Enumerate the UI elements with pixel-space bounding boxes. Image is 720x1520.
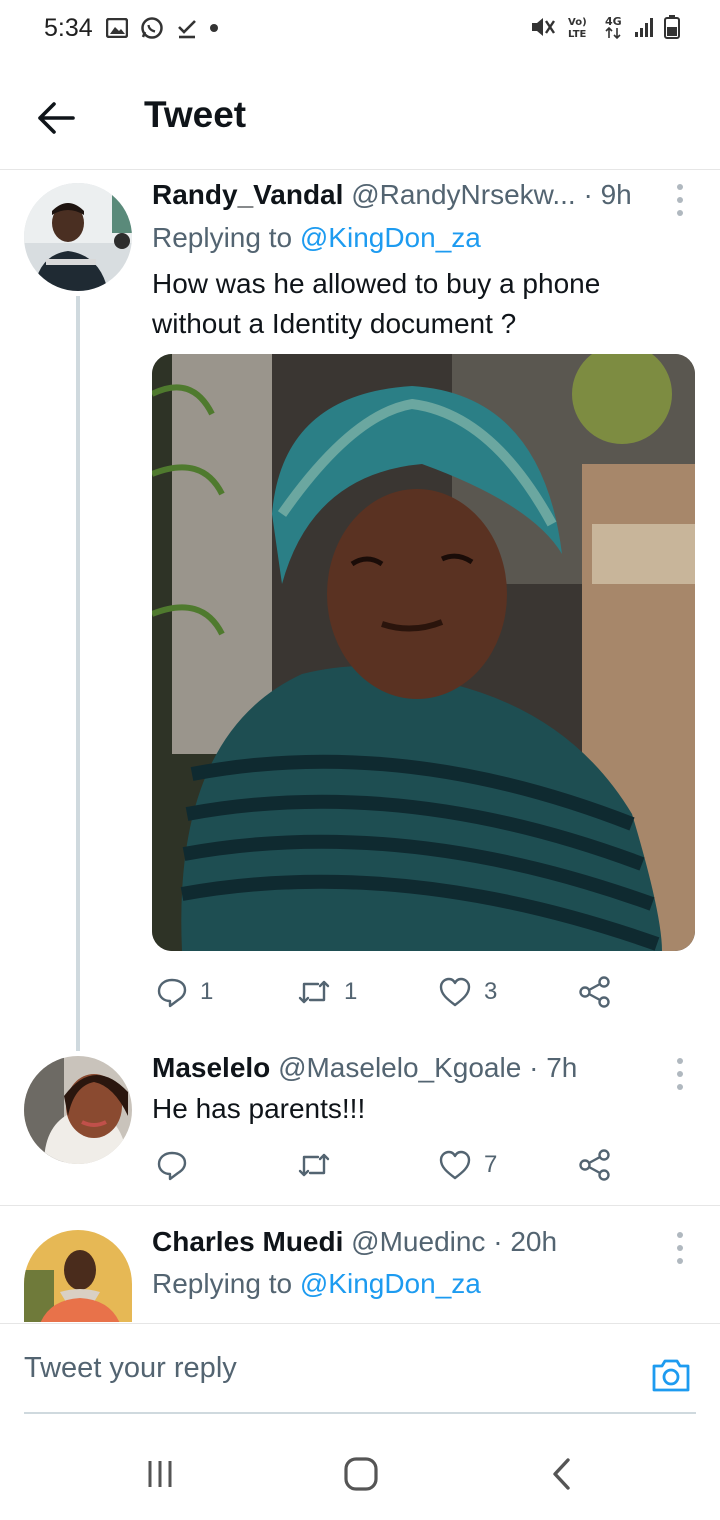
reply-input-underline — [24, 1412, 696, 1414]
reply-icon — [157, 978, 187, 1008]
replying-to-mention[interactable]: @KingDon_za — [300, 222, 481, 253]
share-icon — [579, 1149, 610, 1181]
tweet-header: Maselelo @Maselelo_Kgoale · 7h — [152, 1052, 577, 1084]
status-notification-icons — [106, 16, 218, 40]
user-handle[interactable]: @Maselelo_Kgoale — [278, 1052, 521, 1083]
display-name[interactable]: Charles Muedi — [152, 1226, 343, 1257]
retweet-count: 1 — [344, 978, 358, 1005]
back-nav-icon — [553, 1458, 570, 1490]
display-name[interactable]: Maselelo — [152, 1052, 270, 1083]
more-icon-dot — [677, 1071, 683, 1077]
reply-button[interactable]: 1 — [156, 972, 213, 1012]
mute-icon — [532, 18, 555, 36]
avatar-photo-icon — [24, 183, 132, 291]
more-icon-dot — [677, 197, 683, 203]
more-icon-dot — [677, 210, 683, 216]
avatar-photo-icon — [24, 1056, 132, 1164]
back-button[interactable] — [30, 92, 82, 144]
status-time: 5:34 — [44, 14, 93, 42]
4g-icon: 4G — [605, 15, 622, 40]
whatsapp-notification-icon — [141, 17, 163, 39]
user-handle[interactable]: @RandyNrsekw... — [351, 179, 576, 210]
battery-icon — [664, 15, 680, 39]
avatar[interactable] — [24, 183, 132, 291]
reply-count: 1 — [200, 978, 214, 1005]
like-count: 7 — [484, 1151, 498, 1178]
thread-connector-line — [76, 296, 80, 1051]
home-button[interactable] — [341, 1454, 381, 1494]
reply-composer: Tweet your reply — [0, 1323, 720, 1415]
status-bar: 5:34 Vo) LTE 4G — [0, 0, 720, 60]
retweet-button[interactable] — [296, 1145, 344, 1185]
volte-icon: Vo)LTE — [568, 17, 587, 40]
more-icon-dot — [677, 1258, 683, 1264]
tweet-actions: 1 1 3 — [152, 972, 692, 1012]
more-icon — [677, 1232, 683, 1238]
status-system-icons: Vo) LTE 4G — [530, 14, 680, 40]
home-icon — [344, 1457, 378, 1491]
retweet-icon — [298, 980, 330, 1004]
retweet-icon — [298, 1153, 330, 1177]
back-nav-button[interactable] — [542, 1454, 582, 1494]
more-options-button[interactable] — [668, 1054, 692, 1094]
tweet-text: How was he allowed to buy a phone withou… — [152, 268, 601, 339]
more-options-button[interactable] — [668, 180, 692, 220]
like-count: 3 — [484, 978, 498, 1005]
reply-button[interactable] — [156, 1145, 200, 1185]
tweet-header: Charles Muedi @Muedinc · 20h — [152, 1226, 557, 1258]
svg-text:LTE: LTE — [568, 29, 587, 40]
like-icon — [439, 1150, 471, 1180]
share-button[interactable] — [578, 972, 612, 1012]
tweet-time: · 20h — [493, 1226, 558, 1257]
more-icon — [677, 184, 683, 190]
download-done-icon — [178, 20, 196, 39]
tweet-actions: 7 — [152, 1145, 692, 1185]
tweet-text: He has parents!!! — [152, 1093, 366, 1124]
more-icon — [677, 1058, 683, 1064]
system-nav-bar — [0, 1420, 720, 1520]
recent-apps-icon — [148, 1461, 172, 1487]
reply-input[interactable]: Tweet your reply — [24, 1352, 237, 1385]
avatar[interactable] — [24, 1230, 132, 1322]
recent-apps-button[interactable] — [140, 1454, 180, 1494]
replying-to-prefix: Replying to — [152, 1268, 300, 1299]
svg-text:Vo): Vo) — [568, 17, 587, 28]
user-handle[interactable]: @Muedinc — [351, 1226, 485, 1257]
tweet-time: · 7h — [529, 1052, 578, 1083]
photo-woman-in-bucket-hat-icon — [152, 354, 695, 951]
avatar[interactable] — [24, 1056, 132, 1164]
camera-button[interactable] — [650, 1354, 692, 1396]
replying-to: Replying to @KingDon_za — [152, 222, 481, 254]
replying-to: Replying to @KingDon_za — [152, 1268, 481, 1300]
replying-to-mention[interactable]: @KingDon_za — [300, 1268, 481, 1299]
back-arrow-icon — [38, 102, 75, 134]
tweet-header: Randy_Vandal @RandyNrsekw... · 9h — [152, 179, 632, 211]
more-icon-dot — [677, 1245, 683, 1251]
gallery-notification-icon — [106, 18, 128, 38]
more-notifications-dot-icon — [210, 24, 218, 32]
page-title: Tweet — [144, 94, 247, 135]
replying-to-prefix: Replying to — [152, 222, 300, 253]
tweet-time: · 9h — [583, 179, 632, 210]
share-button[interactable] — [578, 1145, 612, 1185]
like-button[interactable]: 7 — [438, 1145, 497, 1185]
display-name[interactable]: Randy_Vandal — [152, 179, 343, 210]
avatar-photo-icon — [24, 1230, 132, 1322]
signal-icon — [635, 18, 653, 37]
retweet-button[interactable]: 1 — [296, 972, 357, 1012]
more-options-button[interactable] — [668, 1228, 692, 1268]
like-icon — [439, 977, 471, 1007]
camera-icon — [652, 1359, 690, 1392]
tweet-divider — [0, 1205, 720, 1206]
reply-icon — [157, 1151, 187, 1181]
app-header: Tweet — [0, 60, 720, 170]
svg-text:4G: 4G — [605, 15, 622, 28]
share-icon — [579, 976, 610, 1008]
tweet-media-image[interactable] — [152, 354, 695, 951]
like-button[interactable]: 3 — [438, 972, 497, 1012]
